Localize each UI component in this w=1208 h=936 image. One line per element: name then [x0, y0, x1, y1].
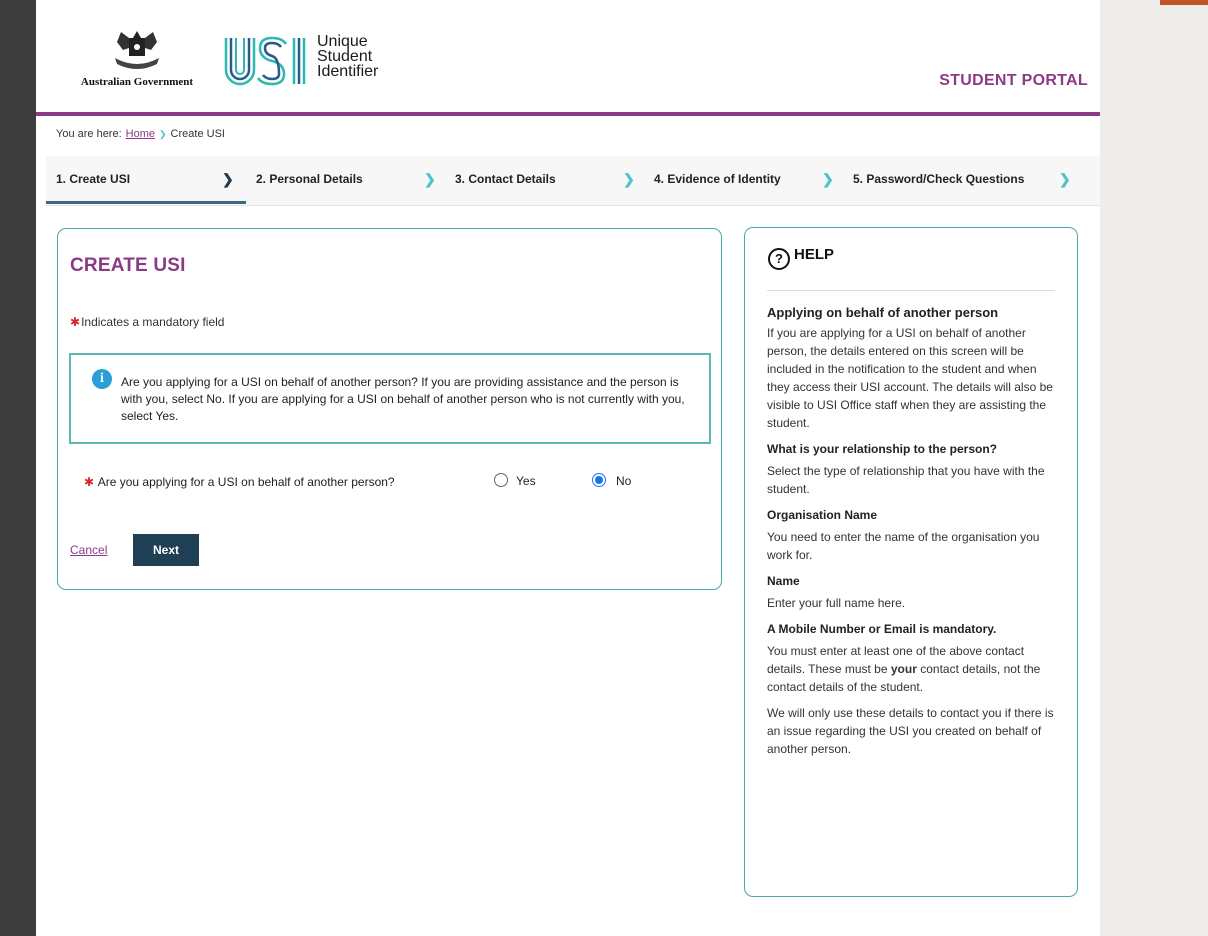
help-contact-text: You must enter at least one of the above…: [767, 642, 1059, 696]
radio-no-label[interactable]: No: [616, 474, 631, 488]
progress-steps: 1. Create USI ❯ 2. Personal Details ❯ 3.…: [46, 156, 1100, 206]
info-icon: i: [92, 369, 112, 389]
behalf-question-row: ✱ Are you applying for a USI on behalf o…: [84, 473, 704, 493]
next-button[interactable]: Next: [133, 534, 199, 566]
help-section-title: Applying on behalf of another person: [767, 305, 999, 320]
panel-title: CREATE USI: [70, 255, 186, 276]
help-intro: If you are applying for a USI on behalf …: [767, 326, 1053, 430]
required-asterisk-icon: ✱: [84, 475, 95, 489]
mandatory-note: ✱Indicates a mandatory field: [70, 315, 224, 329]
radio-yes-label[interactable]: Yes: [516, 474, 536, 488]
question-label: ✱ Are you applying for a USI on behalf o…: [84, 475, 395, 489]
help-contact-text-bold: your: [890, 662, 917, 676]
usi-word-2: Student: [317, 48, 373, 65]
chevron-right-icon: ❯: [1059, 171, 1071, 187]
step-password-check-questions[interactable]: 5. Password/Check Questions: [853, 156, 1024, 204]
step-contact-details[interactable]: 3. Contact Details: [455, 156, 556, 204]
page: Australian Government Unique Student Ide…: [36, 0, 1100, 936]
step-label: 5. Password/Check Questions: [853, 172, 1025, 186]
step-evidence-of-identity[interactable]: 4. Evidence of Identity: [654, 156, 781, 204]
question-circle-icon: ?: [768, 248, 790, 270]
breadcrumb-prefix: You are here:: [56, 128, 122, 140]
step-label: 3. Contact Details: [455, 172, 556, 186]
background-left: [0, 0, 36, 936]
step-label: 1. Create USI: [56, 172, 131, 186]
help-name-text: Enter your full name here.: [767, 596, 906, 610]
help-relationship-heading: What is your relationship to the person?: [767, 442, 998, 456]
usi-word-1: Unique: [317, 33, 368, 50]
radio-no[interactable]: [592, 473, 606, 487]
chevron-down-icon: ❯: [222, 171, 234, 187]
required-asterisk-icon: ✱: [70, 315, 81, 329]
background-accent: [1160, 0, 1208, 5]
info-box: i Are you applying for a USI on behalf o…: [69, 353, 711, 444]
help-relationship-text: Select the type of relationship that you…: [767, 464, 1045, 496]
coat-of-arms-icon: [115, 31, 159, 69]
breadcrumb-home-link[interactable]: Home: [126, 128, 155, 140]
site-header: Australian Government Unique Student Ide…: [36, 0, 1100, 116]
cancel-link[interactable]: Cancel: [70, 543, 107, 557]
breadcrumb: You are here: Home ❯ Create USI: [56, 128, 225, 140]
divider: [767, 290, 1055, 291]
help-panel: ? HELP Applying on behalf of another pers…: [744, 227, 1078, 897]
radio-yes[interactable]: [494, 473, 508, 487]
australian-government-logo[interactable]: Australian Government: [72, 28, 202, 92]
mandatory-note-text: Indicates a mandatory field: [81, 315, 225, 329]
chevron-right-icon: ❯: [623, 171, 635, 187]
usi-mark-icon: [224, 36, 306, 86]
breadcrumb-chevron-icon: ❯: [159, 129, 167, 139]
help-org-text: You need to enter the name of the organi…: [767, 530, 1040, 562]
help-title: HELP: [794, 246, 835, 263]
step-personal-details[interactable]: 2. Personal Details: [256, 156, 363, 204]
usi-word-3: Identifier: [317, 63, 379, 80]
help-heading: ? HELP: [768, 246, 834, 270]
chevron-right-icon: ❯: [424, 171, 436, 187]
portal-title: STUDENT PORTAL: [939, 72, 1088, 89]
government-text: Australian Government: [80, 76, 194, 88]
background-right: [1100, 0, 1208, 936]
info-text: Are you applying for a USI on behalf of …: [121, 375, 685, 423]
create-usi-panel: CREATE USI ✱Indicates a mandatory field …: [57, 228, 722, 590]
chevron-right-icon: ❯: [822, 171, 834, 187]
step-label: 4. Evidence of Identity: [654, 172, 781, 186]
help-body: Applying on behalf of another person If …: [767, 304, 1059, 764]
help-contact-heading: A Mobile Number or Email is mandatory.: [767, 622, 997, 636]
breadcrumb-current: Create USI: [170, 128, 225, 140]
usi-wordmark: Unique Student Identifier: [317, 33, 379, 80]
question-text: Are you applying for a USI on behalf of …: [97, 475, 395, 489]
help-name-heading: Name: [767, 574, 800, 588]
usi-logo[interactable]: Unique Student Identifier: [222, 32, 432, 94]
step-label: 2. Personal Details: [256, 172, 363, 186]
help-final-text: We will only use these details to contac…: [767, 706, 1054, 756]
help-org-heading: Organisation Name: [767, 508, 878, 522]
step-create-usi[interactable]: 1. Create USI: [46, 156, 246, 204]
